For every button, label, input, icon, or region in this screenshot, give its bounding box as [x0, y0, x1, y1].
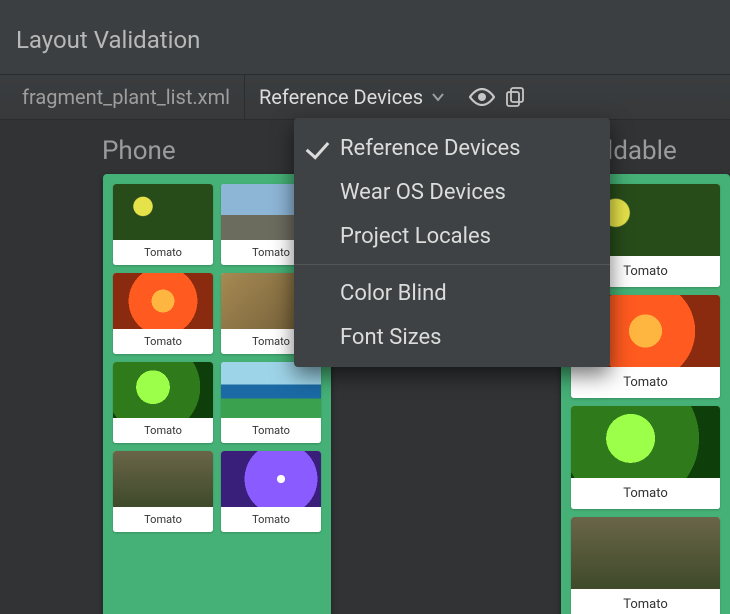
thumb	[113, 362, 213, 418]
toolbar: fragment_plant_list.xml Reference Device…	[0, 74, 730, 120]
thumb	[113, 273, 213, 329]
caption: Tomato	[221, 418, 321, 443]
thumb	[221, 362, 321, 418]
popup-item-color-blind[interactable]: Color Blind	[294, 271, 610, 315]
list-item: Tomato	[221, 451, 321, 532]
device-set-dropdown[interactable]: Reference Devices	[245, 75, 459, 119]
thumb	[571, 517, 720, 589]
device-set-popup: Reference Devices Wear OS Devices Projec…	[294, 118, 610, 367]
thumb	[113, 184, 213, 240]
caption: Tomato	[571, 478, 720, 509]
list-item: Tomato	[221, 362, 321, 443]
chevron-down-icon	[431, 90, 445, 104]
caption: Tomato	[571, 589, 720, 614]
popup-item-project-locales[interactable]: Project Locales	[294, 214, 610, 258]
file-tab[interactable]: fragment_plant_list.xml	[8, 75, 245, 119]
list-item: Tomato	[571, 517, 720, 614]
caption: Tomato	[113, 329, 213, 354]
thumb	[571, 406, 720, 478]
caption: Tomato	[221, 507, 321, 532]
device-label-phone: Phone	[102, 136, 176, 166]
caption: Tomato	[113, 507, 213, 532]
workspace: Phone Foldable Tomato Tomato Tomato Toma…	[0, 120, 730, 614]
caption: Tomato	[571, 367, 720, 398]
list-item: Tomato	[113, 362, 213, 443]
thumb	[113, 451, 213, 507]
visibility-icon[interactable]	[469, 88, 495, 106]
list-item: Tomato	[571, 406, 720, 509]
popup-item-font-sizes[interactable]: Font Sizes	[294, 315, 610, 359]
list-item: Tomato	[113, 184, 213, 265]
popup-divider	[294, 264, 610, 265]
popup-item-wear-os[interactable]: Wear OS Devices	[294, 170, 610, 214]
popup-item-reference-devices[interactable]: Reference Devices	[294, 126, 610, 170]
thumb	[221, 451, 321, 507]
device-set-dropdown-label: Reference Devices	[259, 85, 423, 109]
caption: Tomato	[113, 418, 213, 443]
list-item: Tomato	[113, 273, 213, 354]
panel-title: Layout Validation	[0, 0, 730, 74]
list-item: Tomato	[113, 451, 213, 532]
copy-icon[interactable]	[505, 86, 527, 108]
caption: Tomato	[113, 240, 213, 265]
